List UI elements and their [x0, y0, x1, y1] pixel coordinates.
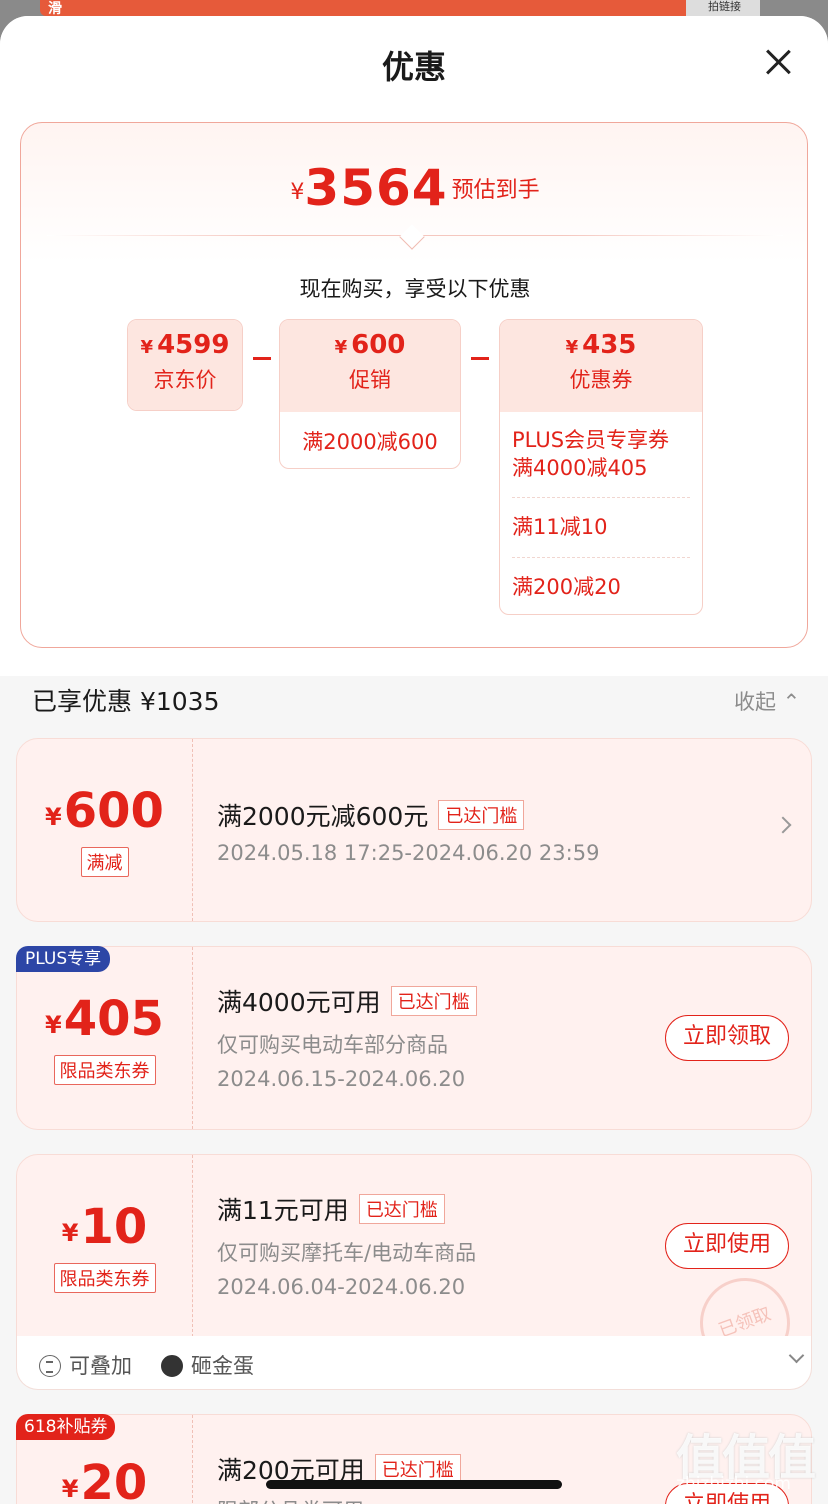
coupon-feature-row[interactable]: 可叠加 砸金蛋 [16, 1336, 812, 1390]
coupon-date: 2024.06.04-2024.06.20 [217, 1275, 466, 1299]
plus-exclusive-tag: PLUS专享 [16, 946, 111, 972]
chevron-down-icon[interactable] [788, 1347, 805, 1364]
coupon-type: 限品类东券 [53, 1055, 156, 1085]
coupon-title-text: 满2000元减600元 [217, 802, 429, 831]
claim-button[interactable]: 立即领取 [665, 1015, 789, 1061]
stackable-label: 可叠加 [69, 1354, 132, 1378]
coupon-card[interactable]: ¥405 限品类东券 满4000元可用 已达门槛 仅可购买电动车部分商品 2024… [16, 946, 812, 1130]
coupon-card[interactable]: ¥600 满减 满2000元减600元 已达门槛 2024.05.18 17:25… [16, 738, 812, 922]
sheet-title: 优惠 [381, 48, 446, 86]
price-summary-card: ¥3564 预估到手 现在购买，享受以下优惠 ¥4599 京东价 ¥600 促销 … [20, 122, 808, 648]
currency-symbol: ¥ [565, 337, 579, 358]
jd-price-label: 京东价 [153, 368, 217, 392]
currency-symbol: ¥ [334, 337, 348, 358]
golden-egg-feature: 砸金蛋 [161, 1350, 254, 1380]
egg-icon [161, 1355, 183, 1377]
threshold-badge: 已达门槛 [390, 986, 477, 1016]
coupon-item: 满200减20 [512, 575, 621, 599]
minus-sign [471, 357, 489, 360]
estimate-amount: 3564 [304, 159, 448, 217]
home-indicator[interactable] [266, 1480, 562, 1489]
coupon-item-line: 满4000减405 [512, 456, 648, 480]
coupon-item: PLUS会员专享券 满4000减405 [512, 412, 690, 498]
close-icon[interactable] [758, 42, 798, 82]
coupon-box: ¥435 优惠券 PLUS会员专享券 满4000减405 满11减10 满200… [499, 319, 703, 615]
coupon-type: 限品类东券 [53, 1263, 156, 1293]
currency-symbol: ¥ [61, 1219, 79, 1247]
coupon-amount: 600 [63, 783, 164, 839]
coupon-title: 满11元可用 已达门槛 [217, 1191, 445, 1227]
stack-icon [39, 1355, 61, 1377]
currency-symbol: ¥ [61, 1475, 79, 1503]
coupon-scope: 仅可购买电动车部分商品 [217, 1033, 448, 1057]
coupon-scope: 仅可购买摩托车/电动车商品 [217, 1241, 477, 1265]
coupon-amount: 435 [582, 330, 637, 360]
currency-symbol: ¥ [140, 337, 154, 358]
golden-egg-label: 砸金蛋 [191, 1354, 254, 1378]
coupon-value: ¥405 限品类东券 [17, 947, 193, 1129]
promotion-label: 促销 [349, 368, 391, 392]
watermark-url: zhizhizhi.com [676, 1474, 791, 1494]
coupon-date: 2024.05.18 17:25-2024.06.20 23:59 [217, 841, 600, 865]
use-now-button[interactable]: 立即使用 [665, 1223, 789, 1269]
promotion-box: ¥600 促销 满2000减600 [279, 319, 461, 469]
chevron-right-icon[interactable] [774, 816, 792, 834]
coupon-title-text: 满4000元可用 [217, 988, 381, 1017]
coupon-type: 满减 [80, 847, 129, 877]
sheet-header: 优惠 [0, 16, 828, 116]
threshold-badge: 已达门槛 [438, 800, 525, 830]
currency-symbol: ¥ [290, 180, 305, 205]
minus-sign [253, 357, 271, 360]
subsidy-coupon-tag: 618补贴券 [16, 1414, 116, 1440]
enjoy-text: 现在购买，享受以下优惠 [299, 277, 531, 301]
coupon-scope: 限部分品类可用 [217, 1495, 364, 1504]
currency-symbol: ¥ [45, 803, 62, 831]
coupon-item: 满11减10 [512, 498, 690, 558]
background-banner [40, 0, 760, 16]
currency-symbol: ¥ [45, 1011, 62, 1039]
coupon-amount: 405 [63, 991, 164, 1047]
background-link-label: 拍链接 [708, 0, 741, 13]
discount-sheet: 优惠 ¥3564 预估到手 现在购买，享受以下优惠 ¥4599 京东价 ¥600 … [0, 16, 828, 1504]
stackable-feature: 可叠加 [39, 1350, 132, 1380]
threshold-badge: 已达门槛 [358, 1194, 445, 1224]
jd-price-box: ¥4599 京东价 [127, 319, 243, 411]
coupon-item-line: PLUS会员专享券 [512, 428, 670, 452]
estimated-price: ¥3564 预估到手 [21, 159, 809, 217]
enjoyed-discount-title: 已享优惠 ¥1035 [32, 687, 220, 716]
divider-notch [399, 224, 425, 250]
coupon-title: 满4000元可用 已达门槛 [217, 983, 477, 1019]
promotion-amount: 600 [351, 330, 406, 360]
jd-price-amount: 4599 [157, 330, 230, 360]
coupon-title-text: 满11元可用 [217, 1196, 349, 1225]
collapse-button[interactable]: 收起 ⌃ [734, 686, 800, 716]
coupon-value: ¥10 限品类东券 [17, 1155, 193, 1337]
coupon-amount: 20 [80, 1455, 148, 1504]
coupon-date: 2024.06.15-2024.06.20 [217, 1067, 466, 1091]
coupon-card[interactable]: ¥10 限品类东券 满11元可用 已达门槛 仅可购买摩托车/电动车商品 2024.… [16, 1154, 812, 1338]
promotion-item: 满2000减600 [302, 430, 438, 454]
coupon-amount: 10 [80, 1199, 148, 1255]
coupon-label: 优惠券 [569, 368, 633, 392]
coupon-title: 满2000元减600元 已达门槛 [217, 797, 525, 833]
coupon-value: ¥600 满减 [17, 739, 193, 921]
estimate-label: 预估到手 [451, 178, 540, 203]
